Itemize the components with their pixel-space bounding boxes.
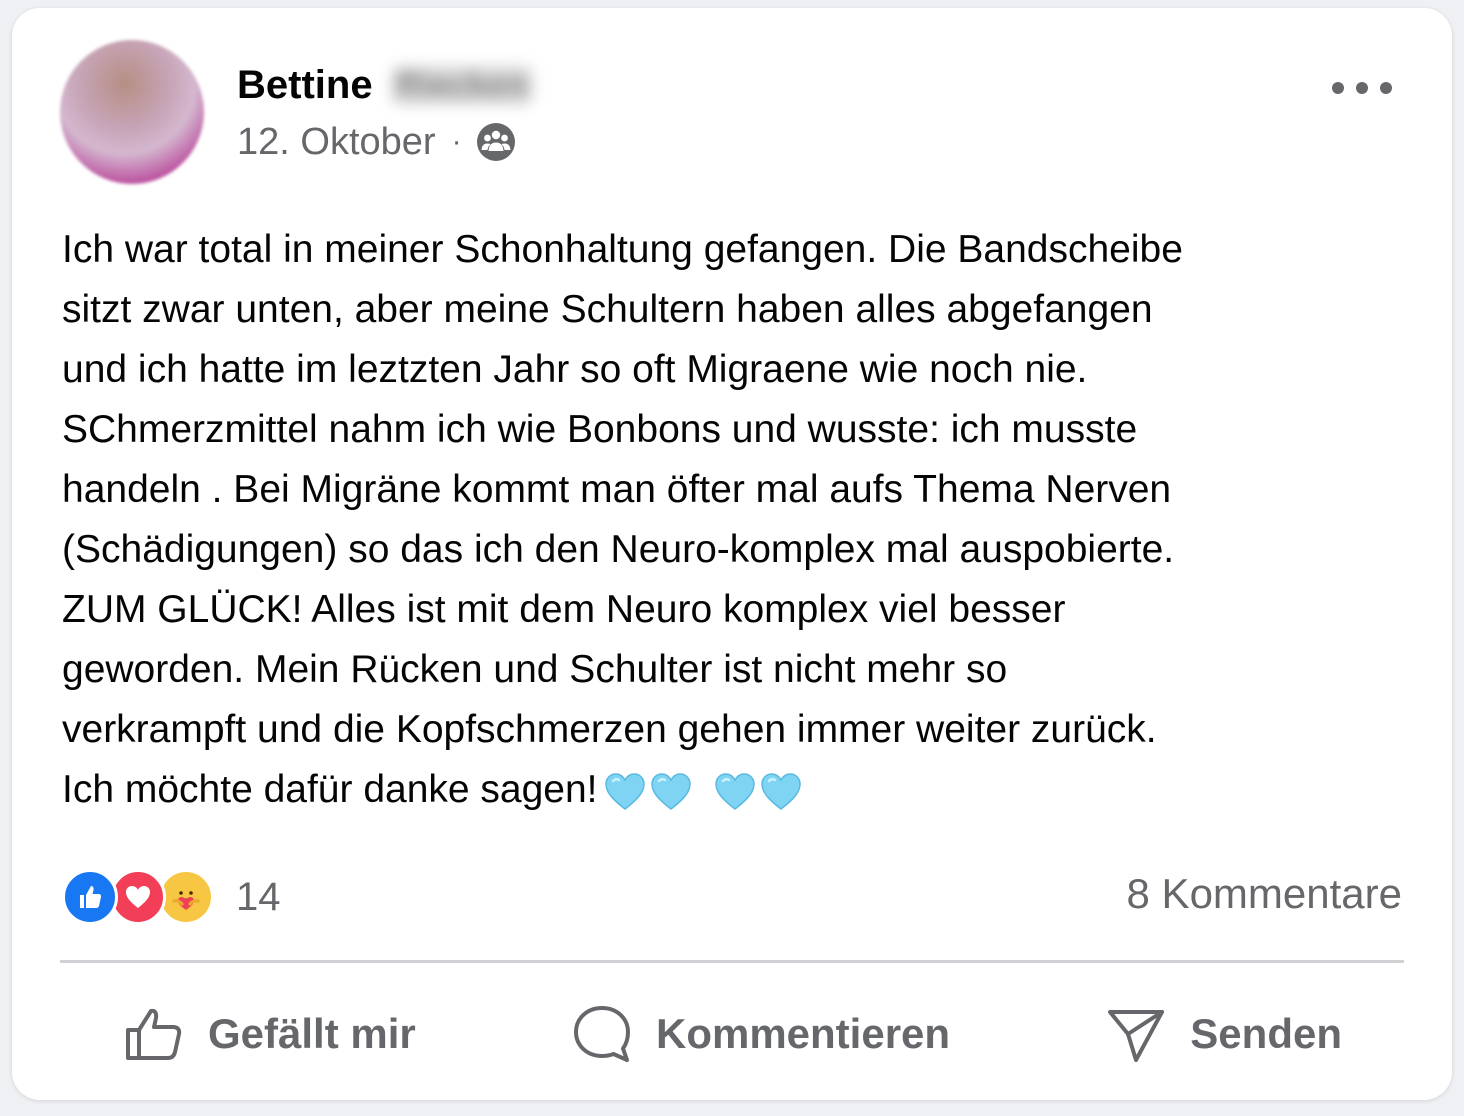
send-icon [1108, 1010, 1165, 1062]
comment-bubble-icon [573, 1006, 630, 1062]
comment-label: Kommentieren [655, 1010, 951, 1057]
heart-icon [760, 772, 801, 810]
avatar[interactable] [60, 40, 204, 184]
blue-hearts-emoji [604, 772, 802, 812]
more-dot [1356, 82, 1368, 94]
group-icon[interactable] [476, 122, 516, 162]
meta-separator: · [451, 125, 462, 158]
post-card: Bettine Riecken 12. Oktober · Ich war to… [12, 8, 1452, 1100]
more-options-icon[interactable] [1332, 70, 1392, 106]
thumbs-up-icon [126, 1008, 182, 1060]
more-dot [1380, 82, 1392, 94]
comments-count-link[interactable]: 8 Kommentare [1127, 870, 1402, 918]
like-label: Gefällt mir [208, 1010, 416, 1057]
reactions-summary[interactable]: 14 [62, 866, 281, 928]
heart-icon [650, 772, 691, 810]
post-body-text: Ich war total in meiner Schonhaltung gef… [62, 228, 1183, 811]
heart-icon [604, 772, 645, 810]
care-reaction-icon [158, 869, 214, 925]
more-dot [1332, 82, 1344, 94]
comment-button[interactable]: Kommentieren [508, 1002, 1012, 1066]
post-author[interactable]: Bettine Riecken [237, 60, 533, 110]
heart-icon [714, 772, 755, 810]
post-meta: 12. Oktober · [237, 120, 516, 164]
post-date[interactable]: 12. Oktober [237, 121, 436, 164]
reaction-count[interactable]: 14 [236, 875, 281, 920]
send-label: Senden [1190, 1010, 1342, 1057]
send-button[interactable]: Senden [1042, 1002, 1404, 1066]
like-reaction-icon [62, 869, 118, 925]
love-reaction-icon [110, 869, 166, 925]
like-button[interactable]: Gefällt mir [60, 1002, 478, 1066]
divider [60, 960, 1404, 963]
post-body: Ich war total in meiner Schonhaltung gef… [62, 220, 1422, 820]
action-bar: Gefällt mir Kommentieren Senden [60, 998, 1404, 1070]
author-last-name-blurred[interactable]: Riecken [390, 65, 533, 105]
author-first-name[interactable]: Bettine [237, 63, 373, 108]
